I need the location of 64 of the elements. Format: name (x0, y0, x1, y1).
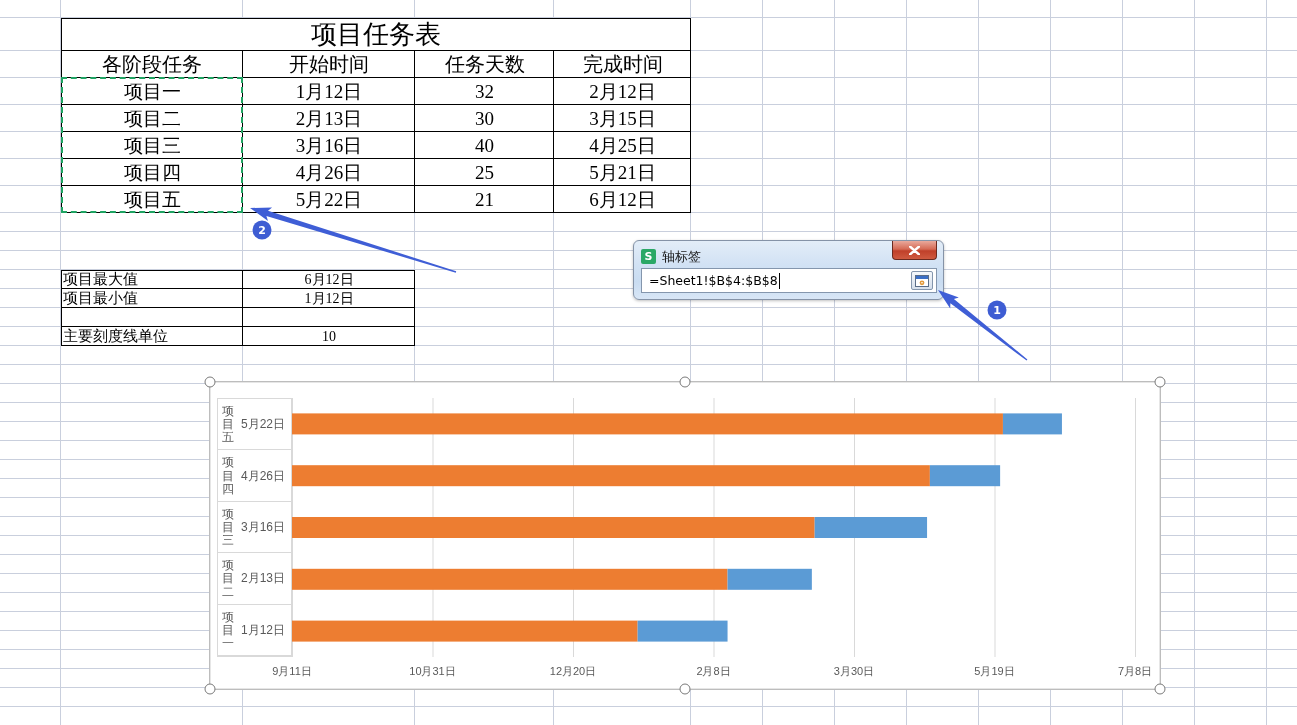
resize-handle[interactable] (679, 683, 691, 695)
table-cell: 1月12日 (243, 289, 415, 308)
column-header: 开始时间 (243, 51, 415, 78)
table-cell: 项目一 (61, 78, 243, 105)
table-cell: 项目三 (61, 132, 243, 159)
table-cell: 40 (415, 132, 554, 159)
row-label: 项目最小值 (61, 289, 243, 308)
category-label: 3月16日 (241, 519, 286, 536)
category-label: 5月22日 (241, 416, 286, 434)
table-cell: 21 (415, 186, 554, 213)
collapse-dialog-button[interactable] (911, 271, 933, 290)
category-label: 4月26日 (241, 467, 286, 485)
app-logo: S (641, 249, 656, 264)
window-icon (915, 274, 929, 287)
category-group-label: 项目三 (222, 507, 234, 548)
column-header: 各阶段任务 (61, 51, 243, 78)
resize-handle[interactable] (679, 376, 691, 388)
table-cell: 项目四 (61, 159, 243, 186)
axis-label: 3月30日 (833, 665, 875, 678)
category-label: 2月13日 (241, 570, 286, 588)
category-group-label: 项目一 (222, 610, 234, 651)
row-label: 主要刻度线单位 (61, 327, 243, 346)
row-label: 项目最大值 (61, 270, 243, 289)
table-cell: 25 (415, 159, 554, 186)
column-header: 任务天数 (415, 51, 554, 78)
category-group-label: 项目五 (222, 404, 234, 445)
resize-handle[interactable] (1154, 683, 1166, 695)
table-cell: 项目五 (61, 186, 243, 213)
table-cell: 32 (415, 78, 554, 105)
table-cell: 项目二 (61, 105, 243, 132)
table-cell: 30 (415, 105, 554, 132)
table-cell: 5月21日 (554, 159, 691, 186)
resize-handle[interactable] (204, 376, 216, 388)
table-title: 项目任务表 (61, 18, 691, 51)
table-cell: 2月12日 (554, 78, 691, 105)
axis-label: 12月20日 (549, 665, 597, 678)
table-cell: 10 (243, 327, 415, 346)
close-icon (909, 245, 920, 255)
axis-label: 10月31日 (409, 665, 456, 678)
resize-handle[interactable] (204, 683, 216, 695)
category-label: 1月12日 (241, 621, 286, 639)
category-group-label: 项目二 (222, 559, 234, 599)
category-group-label: 项目四 (222, 456, 234, 496)
axis-label: 2月8日 (696, 665, 731, 678)
table-cell: 1月12日 (243, 78, 415, 105)
close-button[interactable] (892, 241, 937, 260)
table-cell: 2月13日 (243, 105, 415, 132)
table-cell: 6月12日 (243, 270, 415, 289)
table-cell: 3月16日 (243, 132, 415, 159)
column-header: 完成时间 (554, 51, 691, 78)
range-field[interactable]: =Sheet1!$B$4:$B$8 (641, 268, 937, 293)
table-cell: 3月15日 (554, 105, 691, 132)
text-cursor-icon (778, 272, 780, 289)
dialog-title: 轴标签 (662, 248, 701, 266)
axis-label: 5月19日 (974, 665, 1015, 678)
table-cell: 4月26日 (243, 159, 415, 186)
table-cell: 4月25日 (554, 132, 691, 159)
table-cell: 5月22日 (243, 186, 415, 213)
step-badge: 1 (987, 300, 1007, 320)
axis-label: 9月11日 (272, 665, 312, 678)
resize-handle[interactable] (1154, 376, 1166, 388)
table-cell: 6月12日 (554, 186, 691, 213)
axis-label: 7月8日 (1117, 665, 1153, 678)
step-badge: 2 (252, 220, 272, 240)
